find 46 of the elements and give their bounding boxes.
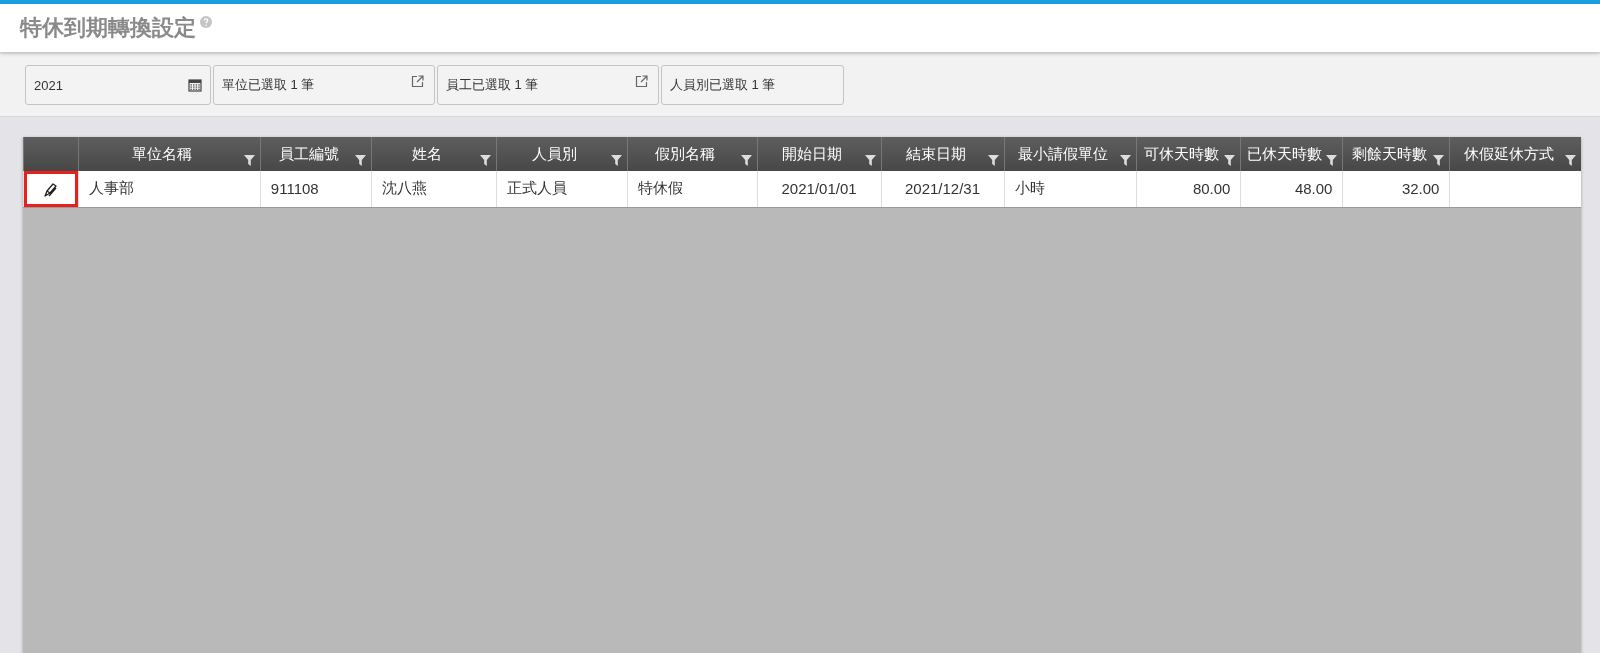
filter-icon[interactable] [1326, 155, 1338, 166]
filter-icon[interactable] [243, 155, 255, 166]
column-header[interactable]: 假別名稱 [627, 137, 758, 171]
table-cell: 911108 [260, 171, 372, 207]
column-header[interactable]: 最小請假單位 [1004, 137, 1137, 171]
filter-icon[interactable] [987, 155, 999, 166]
edit-icon[interactable] [42, 181, 59, 198]
table-cell: 沈八燕 [371, 171, 497, 207]
page-title: 特休到期轉換設定 [20, 14, 196, 42]
column-header[interactable]: 休假延休方式 [1449, 137, 1581, 171]
filter-icon[interactable] [1565, 155, 1576, 166]
selection-field[interactable]: 單位已選取 1 筆 [213, 65, 435, 105]
column-header[interactable]: 單位名稱 [78, 137, 261, 171]
table-cell: 32.00 [1342, 171, 1450, 207]
column-header[interactable]: 結束日期 [881, 137, 1004, 171]
calendar-icon[interactable] [188, 78, 202, 92]
filter-icon[interactable] [864, 155, 876, 166]
selection-field[interactable]: 人員別已選取 1 筆 [661, 65, 844, 105]
table-cell: 特休假 [627, 171, 758, 207]
year-field[interactable]: 2021 [25, 65, 211, 105]
external-link-icon[interactable] [411, 75, 424, 88]
external-link-icon[interactable] [635, 75, 648, 88]
column-header[interactable]: 人員別 [496, 137, 628, 171]
filter-icon[interactable] [1224, 155, 1236, 166]
column-header[interactable]: 已休天時數 [1240, 137, 1343, 171]
header-cell [23, 137, 79, 171]
column-header[interactable]: 姓名 [371, 137, 497, 171]
column-header[interactable]: 開始日期 [757, 137, 882, 171]
filter-icon[interactable] [1433, 155, 1445, 166]
filter-icon[interactable] [1120, 155, 1132, 166]
table-cell: 小時 [1004, 171, 1137, 207]
column-header[interactable]: 可休天時數 [1136, 137, 1241, 171]
table-cell: 2021/12/31 [881, 171, 1004, 207]
table-cell: 正式人員 [496, 171, 628, 207]
table-cell: 2021/01/01 [757, 171, 882, 207]
column-header[interactable]: 員工編號 [260, 137, 372, 171]
selection-field[interactable]: 員工已選取 1 筆 [437, 65, 659, 105]
column-header[interactable]: 剩餘天時數 [1342, 137, 1450, 171]
filter-icon[interactable] [610, 155, 622, 166]
filter-icon[interactable] [740, 155, 752, 166]
edit-cell[interactable] [23, 171, 79, 207]
table-cell: 人事部 [78, 171, 261, 207]
table-cell: 48.00 [1240, 171, 1343, 207]
filter-icon[interactable] [354, 155, 366, 166]
table-cell: 80.00 [1136, 171, 1241, 207]
filter-icon[interactable] [479, 155, 491, 166]
